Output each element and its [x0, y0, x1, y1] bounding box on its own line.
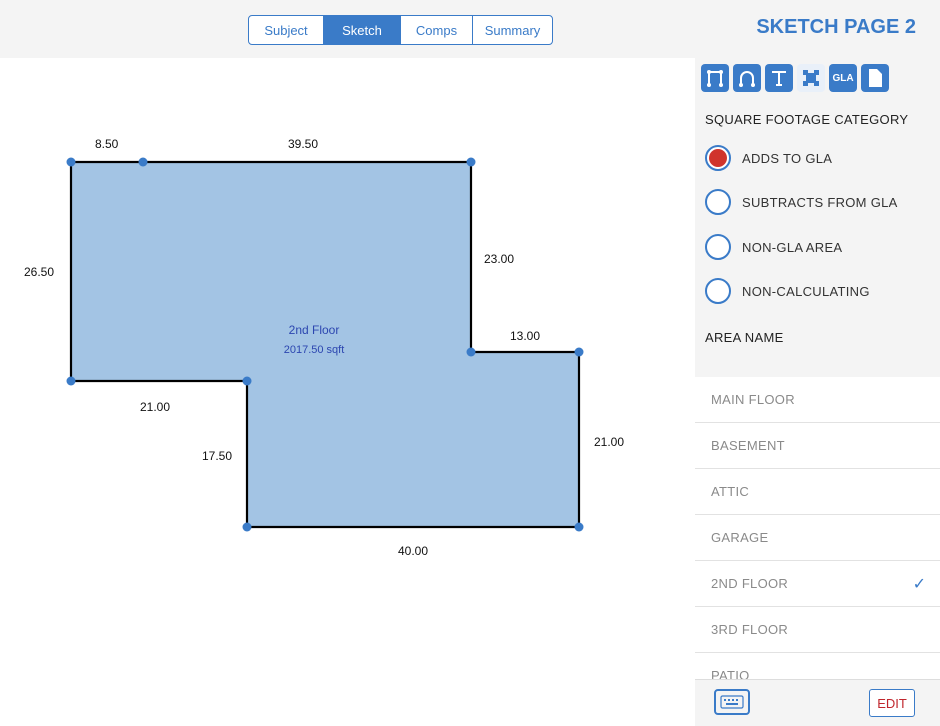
gla-tool-icon[interactable]: GLA: [829, 64, 857, 92]
category-label: ADDS TO GLA: [742, 150, 833, 166]
radio-unselected-icon: [705, 278, 731, 304]
dimension-label: 23.00: [484, 252, 514, 266]
vertex-handle[interactable]: [574, 347, 584, 357]
vertex-handle[interactable]: [574, 522, 584, 532]
category-label: SUBTRACTS FROM GLA: [742, 194, 898, 210]
tab-sketch[interactable]: Sketch: [324, 16, 401, 44]
area-item-label: MAIN FLOOR: [711, 392, 795, 407]
area-item-label: PATIO: [711, 668, 750, 679]
area-item-label: 3RD FLOOR: [711, 622, 789, 637]
vertex-handle[interactable]: [466, 157, 476, 167]
area-tool-icon[interactable]: [797, 64, 825, 92]
line-tool-icon[interactable]: [701, 64, 729, 92]
category-label: NON-CALCULATING: [742, 283, 870, 299]
square-footage-category-heading: SQUARE FOOTAGE CATEGORY: [705, 112, 909, 127]
area-item-label: 2ND FLOOR: [711, 576, 789, 591]
list-item[interactable]: MAIN FLOOR: [695, 377, 940, 423]
list-item[interactable]: 3RD FLOOR: [695, 607, 940, 653]
vertex-handle[interactable]: [66, 157, 76, 167]
dimension-label: 13.00: [510, 329, 540, 343]
area-name-label: 2nd Floor: [289, 323, 340, 337]
tab-subject[interactable]: Subject: [249, 16, 324, 44]
area-item-label: ATTIC: [711, 484, 750, 499]
checkmark-icon: ✓: [912, 576, 926, 593]
list-item[interactable]: ATTIC: [695, 469, 940, 515]
category-label: NON-GLA AREA: [742, 239, 843, 255]
category-non-calculating[interactable]: NON-CALCULATING: [705, 274, 870, 308]
radio-selected-icon: [705, 145, 731, 171]
dimension-label: 26.50: [24, 265, 54, 279]
list-item[interactable]: BASEMENT: [695, 423, 940, 469]
dimension-label: 40.00: [398, 544, 428, 558]
bottom-bar: EDIT: [695, 679, 940, 726]
dimension-label: 8.50: [95, 137, 119, 151]
page-title: SKETCH PAGE 2: [756, 16, 916, 38]
category-adds-to-gla[interactable]: ADDS TO GLA: [705, 141, 832, 175]
dimension-label: 39.50: [288, 137, 318, 151]
area-name-list: MAIN FLOOR BASEMENT ATTIC GARAGE 2ND FLO…: [695, 377, 940, 679]
section-segmented-control: Subject Sketch Comps Summary: [248, 15, 553, 45]
list-item[interactable]: GARAGE: [695, 515, 940, 561]
vertex-handle[interactable]: [66, 376, 76, 386]
top-bar: Subject Sketch Comps Summary SKETCH PAGE…: [0, 0, 940, 58]
area-item-label: BASEMENT: [711, 438, 785, 453]
area-name-heading: AREA NAME: [705, 330, 784, 345]
radio-unselected-icon: [705, 189, 731, 215]
vertex-handle[interactable]: [242, 376, 252, 386]
text-tool-icon[interactable]: [765, 64, 793, 92]
radio-unselected-icon: [705, 234, 731, 260]
sidebar: GLA SQUARE FOOTAGE CATEGORY ADDS TO GLA …: [695, 58, 940, 726]
list-item[interactable]: PATIO: [695, 653, 940, 679]
dimension-label: 17.50: [202, 449, 232, 463]
category-non-gla-area[interactable]: NON-GLA AREA: [705, 230, 842, 264]
tab-comps[interactable]: Comps: [401, 16, 473, 44]
area-size-label: 2017.50 sqft: [284, 344, 345, 356]
dimension-label: 21.00: [140, 400, 170, 414]
area-item-label: GARAGE: [711, 530, 769, 545]
tool-bar: GLA: [695, 58, 940, 98]
sketch-svg: 8.50 39.50 26.50 23.00 13.00 21.00 17.50…: [24, 137, 624, 558]
document-icon[interactable]: [861, 64, 889, 92]
arc-tool-icon[interactable]: [733, 64, 761, 92]
keyboard-icon[interactable]: [714, 689, 750, 715]
sketch-canvas[interactable]: 8.50 39.50 26.50 23.00 13.00 21.00 17.50…: [0, 58, 695, 725]
tab-summary[interactable]: Summary: [473, 16, 552, 44]
edit-button[interactable]: EDIT: [869, 689, 915, 717]
vertex-handle[interactable]: [242, 522, 252, 532]
category-subtracts-from-gla[interactable]: SUBTRACTS FROM GLA: [705, 185, 898, 219]
list-item[interactable]: 2ND FLOOR ✓: [695, 561, 940, 607]
vertex-handle[interactable]: [138, 157, 148, 167]
vertex-handle[interactable]: [466, 347, 476, 357]
dimension-label: 21.00: [594, 435, 624, 449]
